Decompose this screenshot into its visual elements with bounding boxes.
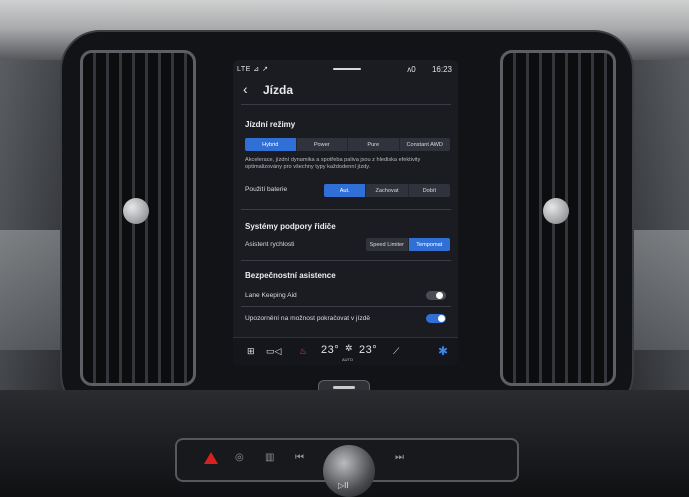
- lane-keeping-toggle[interactable]: [426, 291, 446, 300]
- vent-knob-left[interactable]: [123, 198, 149, 224]
- cruise-control-option[interactable]: Tempomat: [408, 238, 450, 251]
- speed-assist-label: Asistent rychlosti: [245, 241, 295, 248]
- air-vent-right: [500, 50, 616, 386]
- status-bar: LTE ⊿ ↗ ʌ0 16:23: [233, 60, 458, 78]
- seat-heating-icon[interactable]: ♨: [299, 346, 307, 357]
- battery-option-hold[interactable]: Zachovat: [366, 184, 409, 197]
- drive-mode-description: Akcelerace, jízdní dynamika a spotřeba p…: [245, 157, 421, 170]
- infotainment-screen: LTE ⊿ ↗ ʌ0 16:23 ‹ Jízda Jízdní režimy H…: [233, 60, 458, 365]
- vent-knob-right[interactable]: [543, 198, 569, 224]
- pull-down-handle[interactable]: [333, 68, 361, 70]
- play-pause-icon: ▷II: [338, 481, 349, 490]
- clock: 16:23: [431, 65, 452, 74]
- continue-driving-label: Upozornění na možnost pokračovat v jízdě: [245, 315, 370, 322]
- drive-modes-title: Jízdní režimy: [245, 120, 296, 129]
- divider: [241, 209, 451, 210]
- page-title: Jízda: [263, 83, 294, 97]
- divider: [241, 306, 451, 307]
- next-track-icon[interactable]: ⏭: [395, 452, 404, 463]
- fan-icon[interactable]: ✲: [345, 343, 353, 354]
- continue-driving-toggle[interactable]: [426, 314, 446, 323]
- divider: [241, 260, 451, 261]
- battery-usage-selector: Aut. Zachovat Dobít: [324, 184, 450, 197]
- previous-track-icon[interactable]: ⏮: [295, 452, 304, 463]
- app-grid-icon[interactable]: ⊞: [247, 346, 255, 357]
- drive-mode-selector: Hybrid Power Pure Constant AWD: [245, 138, 450, 151]
- status-indicator: ʌ0: [407, 65, 416, 74]
- temperature-right[interactable]: 23°: [359, 344, 377, 356]
- drive-mode-power[interactable]: Power: [297, 138, 348, 151]
- signal-indicator: LTE ⊿ ↗: [237, 66, 269, 73]
- battery-option-charge[interactable]: Dobít: [409, 184, 450, 197]
- rear-defrost-icon[interactable]: ▥: [265, 452, 274, 463]
- drive-mode-hybrid[interactable]: Hybrid: [245, 138, 297, 151]
- camera-icon[interactable]: ▭◁: [266, 346, 281, 357]
- back-chevron-icon[interactable]: ‹: [243, 81, 248, 97]
- front-defrost-icon[interactable]: ◎: [235, 452, 244, 463]
- drive-mode-pure[interactable]: Pure: [348, 138, 400, 151]
- page-header: ‹ Jízda: [233, 78, 458, 102]
- battery-usage-label: Použití baterie: [245, 186, 288, 193]
- safety-assist-title: Bezpečnostní asistence: [245, 271, 336, 280]
- air-vent-left: [80, 50, 196, 386]
- drive-mode-constant-awd[interactable]: Constant AWD: [400, 138, 451, 151]
- speed-assist-selector: Speed Limiter Tempomat: [366, 238, 450, 251]
- volume-knob[interactable]: ▷II: [323, 445, 375, 497]
- temperature-left[interactable]: 23°: [321, 344, 339, 356]
- climate-bar: ⊞ ▭◁ ♨ 23° ✲ AUTO 23° ⟋ ✱: [233, 337, 458, 365]
- speed-limiter-option[interactable]: Speed Limiter: [366, 238, 409, 251]
- battery-option-auto[interactable]: Aut.: [324, 184, 367, 197]
- driver-support-title: Systémy podpory řidiče: [245, 222, 336, 231]
- auto-label: AUTO: [342, 357, 354, 362]
- seat-icon[interactable]: ⟋: [393, 346, 399, 357]
- settings-gear-icon[interactable]: ✱: [438, 344, 448, 358]
- divider: [241, 104, 451, 105]
- hazard-button-icon[interactable]: [204, 452, 218, 464]
- lane-keeping-label: Lane Keeping Aid: [245, 292, 297, 299]
